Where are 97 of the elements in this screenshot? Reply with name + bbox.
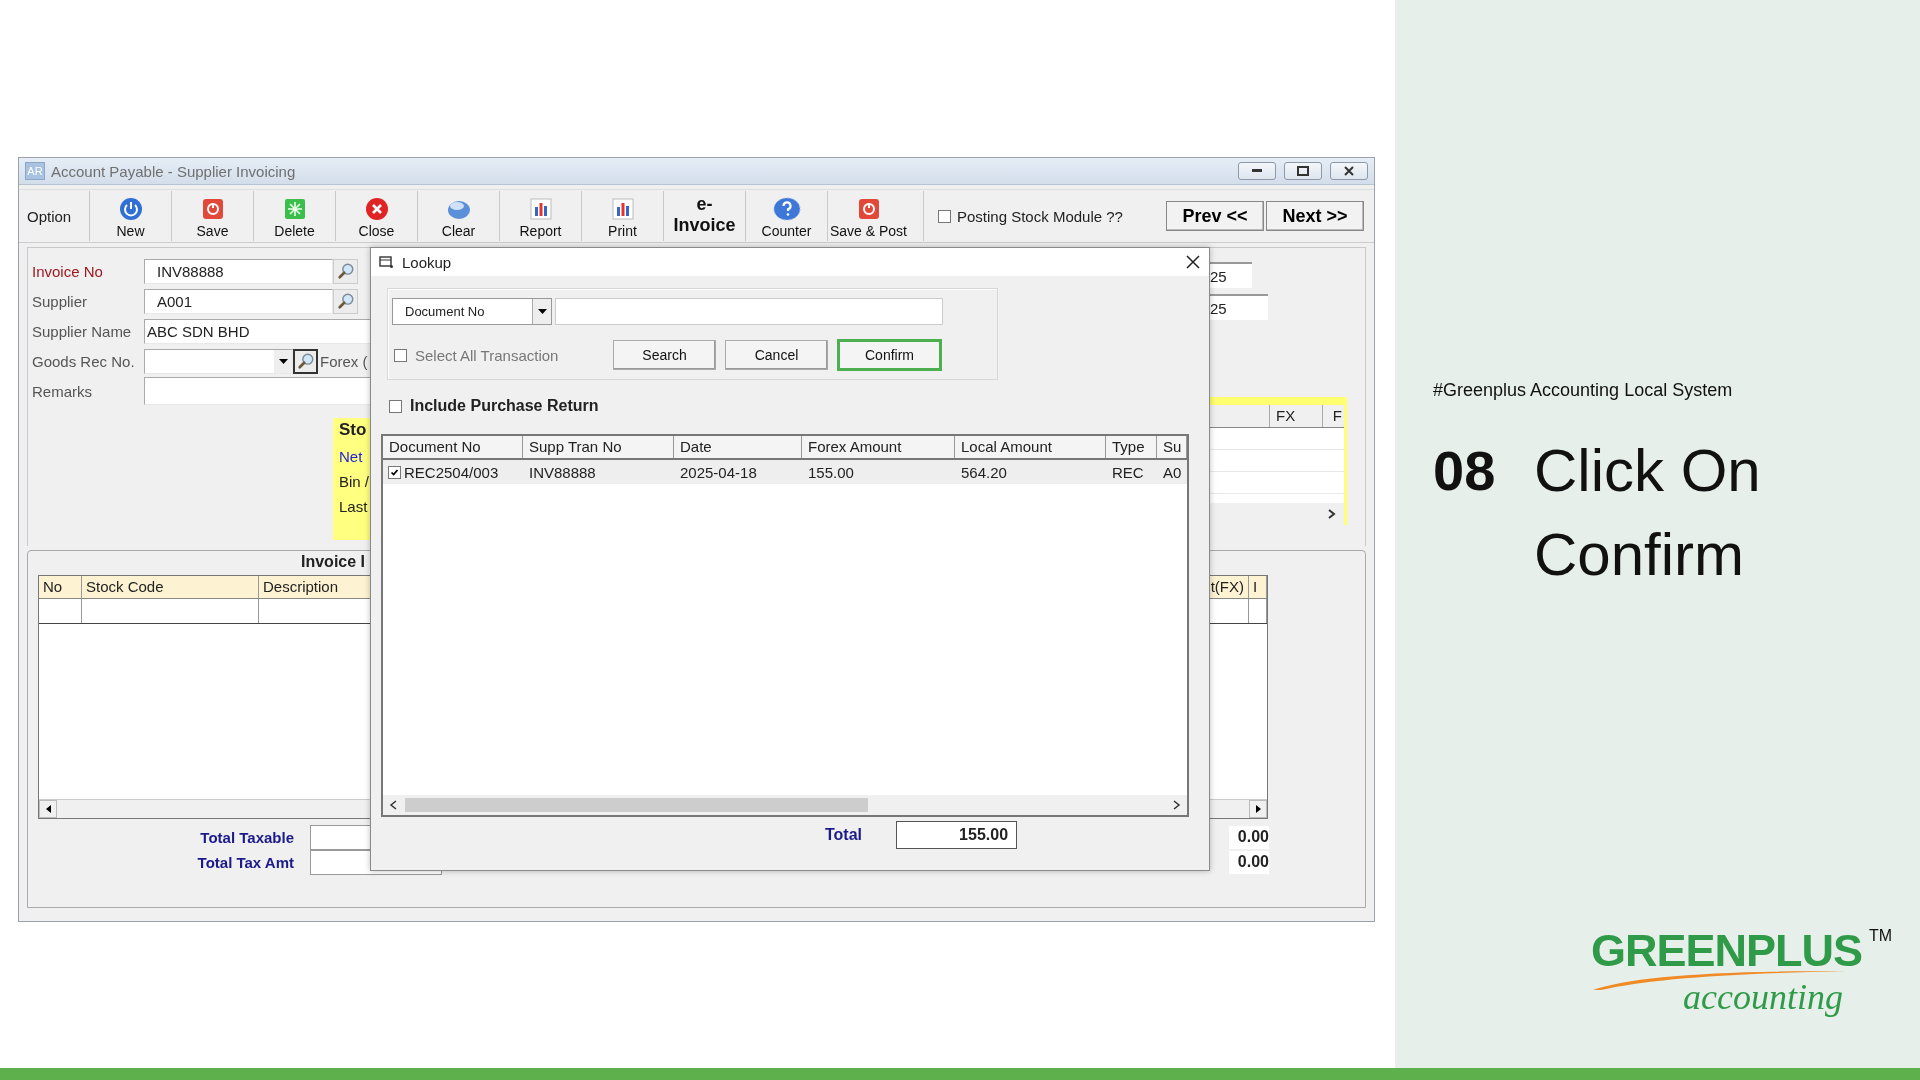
total-label: Total bbox=[825, 826, 863, 844]
table-cell: REC2504/003 bbox=[404, 463, 499, 481]
date-field[interactable]: 25 bbox=[1210, 294, 1268, 320]
field-label: Goods Rec No. bbox=[32, 352, 136, 370]
step-title: Confirm bbox=[1534, 520, 1746, 590]
table-cell-text: 155.00 bbox=[807, 462, 855, 483]
search-button[interactable] bbox=[293, 348, 318, 374]
close-icon bbox=[1344, 166, 1354, 176]
total-label: Total Tax Amt bbox=[196, 854, 295, 871]
checkbox-label: Include Purchase Return bbox=[410, 397, 599, 415]
minimize-button[interactable] bbox=[1238, 162, 1276, 180]
total-label: Total Taxable bbox=[199, 829, 295, 846]
scroll-right-icon[interactable] bbox=[1328, 509, 1336, 519]
amount-field: 0.00 bbox=[1229, 851, 1269, 874]
input-field[interactable]: A001 bbox=[144, 288, 333, 314]
scroll-left-button[interactable] bbox=[39, 800, 57, 818]
search-field[interactable] bbox=[555, 298, 943, 325]
stop-icon bbox=[856, 197, 881, 221]
checkbox-label: Posting Stock Module ?? bbox=[957, 207, 1123, 225]
scrollbar[interactable] bbox=[1210, 503, 1344, 525]
close-icon bbox=[364, 197, 389, 221]
table-cell-text: 2025-04-18 bbox=[679, 462, 758, 483]
dropdown-field[interactable]: Document No bbox=[392, 298, 552, 325]
column-header: Date bbox=[674, 436, 802, 458]
table-cell-text: 564.20 bbox=[960, 462, 1008, 483]
column-header: Stock Code bbox=[82, 576, 259, 598]
dialog-button[interactable]: Search bbox=[613, 340, 716, 370]
field-label: Supplier Name bbox=[32, 322, 133, 340]
checkbox[interactable] bbox=[394, 348, 407, 362]
minimize-icon bbox=[1252, 169, 1262, 173]
column-header: Supp Tran No bbox=[523, 436, 674, 458]
stock-info-label: Bin / bbox=[339, 473, 369, 490]
maximize-button[interactable] bbox=[1284, 162, 1322, 180]
field-label: Remarks bbox=[32, 382, 93, 400]
help-icon bbox=[772, 197, 801, 221]
trademark-mark: TM bbox=[1869, 927, 1893, 945]
sparkle-icon bbox=[282, 197, 307, 221]
column-header: No bbox=[39, 576, 82, 598]
scroll-left-icon[interactable] bbox=[389, 800, 397, 810]
step-title: Click On bbox=[1534, 436, 1761, 506]
field-label: Invoice No bbox=[32, 262, 104, 280]
column-header: Type bbox=[1106, 436, 1157, 458]
total-field: 155.00 bbox=[896, 821, 1018, 849]
stock-info-label: Net bbox=[339, 448, 363, 465]
column-header: Su bbox=[1157, 436, 1187, 458]
table-cell-text: REC bbox=[1111, 462, 1145, 483]
scrollbar[interactable] bbox=[383, 795, 1187, 815]
checkbox[interactable] bbox=[388, 465, 401, 479]
left-arrow-icon bbox=[45, 805, 51, 813]
nav-button[interactable]: Prev << bbox=[1166, 201, 1264, 231]
scroll-right-button[interactable] bbox=[1249, 800, 1267, 818]
toolbar-button[interactable]: Save & Post bbox=[827, 191, 909, 241]
maximize-icon bbox=[1297, 166, 1309, 176]
dropdown-arrow-icon[interactable] bbox=[278, 358, 288, 364]
field-label: Forex ( bbox=[320, 352, 368, 370]
scrollbar-thumb[interactable] bbox=[405, 798, 868, 812]
logo-tagline: accounting bbox=[1683, 977, 1843, 1017]
power-icon bbox=[118, 197, 143, 221]
close-button[interactable] bbox=[1330, 162, 1368, 180]
column-header: F bbox=[1331, 406, 1343, 426]
app-icon: AR bbox=[25, 162, 45, 180]
bar-chart-icon bbox=[611, 197, 634, 221]
dropdown-field[interactable] bbox=[144, 348, 293, 374]
dialog-title: Lookup bbox=[402, 253, 453, 271]
checkbox-label: Select All Transaction bbox=[415, 346, 559, 364]
window-title: Account Payable - Supplier Invoicing bbox=[51, 162, 297, 180]
logo-wordmark: GREENPLUS bbox=[1591, 927, 1863, 975]
window-icon bbox=[379, 255, 394, 269]
column-header: Local Amount bbox=[955, 436, 1106, 458]
option-menu[interactable]: Option bbox=[19, 207, 89, 225]
nav-button[interactable]: Next >> bbox=[1266, 201, 1364, 231]
dropdown-arrow-icon[interactable] bbox=[537, 309, 547, 314]
date-field[interactable]: 25 bbox=[1210, 262, 1252, 288]
step-number: 08 bbox=[1433, 438, 1497, 504]
field-label: Supplier bbox=[32, 292, 89, 310]
column-header: I bbox=[1249, 576, 1267, 598]
table-cell-text: A0 bbox=[1162, 462, 1183, 483]
stop-icon bbox=[200, 197, 225, 221]
checkbox[interactable] bbox=[389, 399, 402, 413]
stock-info-label: Last bbox=[339, 498, 368, 515]
close-button[interactable] bbox=[1185, 254, 1201, 270]
table-row[interactable]: REC2504/003 INV88888 2025-04-18 155.00 564.20 REC A0 bbox=[383, 460, 1187, 484]
table-cell-text: INV88888 bbox=[528, 462, 597, 483]
panel-title: Sto bbox=[339, 420, 367, 440]
column-header: Forex Amount bbox=[802, 436, 955, 458]
right-arrow-icon bbox=[1255, 805, 1261, 813]
column-header: Document No bbox=[383, 436, 523, 458]
dialog-button[interactable]: Confirm bbox=[837, 339, 942, 371]
bar-chart-icon bbox=[529, 197, 552, 221]
dialog-button[interactable]: Cancel bbox=[725, 340, 828, 370]
hashtag-label: #Greenplus Accounting Local System bbox=[1433, 380, 1734, 401]
input-field[interactable]: INV88888 bbox=[144, 258, 333, 284]
scroll-right-icon[interactable] bbox=[1173, 800, 1181, 810]
amount-field: 0.00 bbox=[1229, 826, 1269, 849]
panel-title: Invoice I bbox=[300, 552, 367, 572]
checkbox[interactable] bbox=[938, 209, 951, 223]
column-header: FX bbox=[1270, 405, 1323, 427]
